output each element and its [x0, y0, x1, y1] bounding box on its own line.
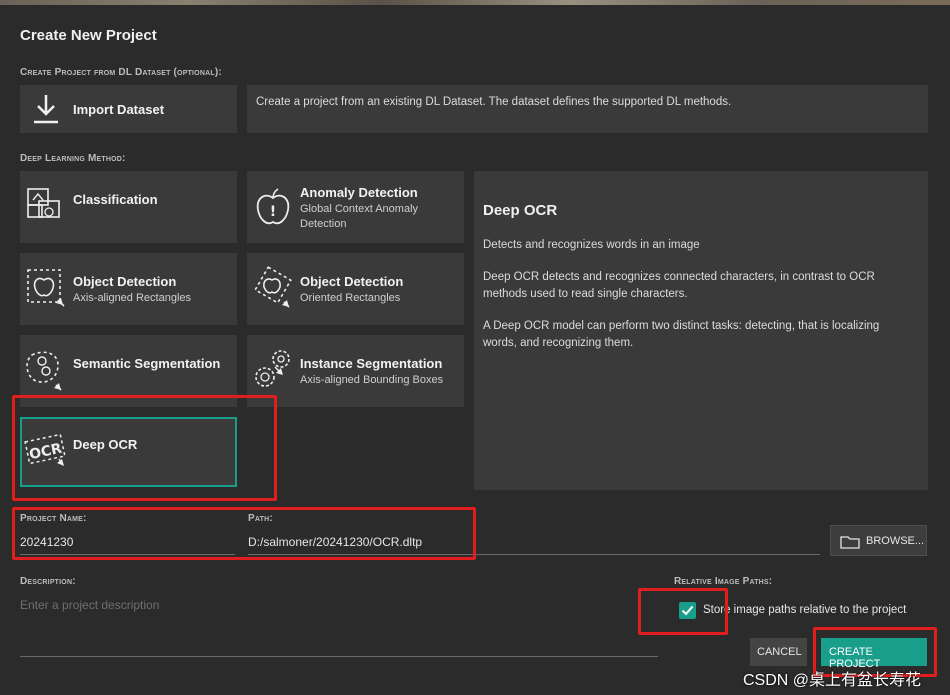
method-name: Anomaly Detection — [300, 185, 418, 200]
method-subtitle: Global Context Anomaly Detection — [300, 203, 419, 230]
method-section-label: Deep Learning Method: — [20, 153, 126, 164]
method-description-paragraph: A Deep OCR model can perform two distinc… — [483, 320, 880, 349]
method-card-object-detection-oriented[interactable]: Object Detection Oriented Rectangles — [247, 253, 464, 325]
method-name: Classification — [73, 192, 158, 207]
browse-button[interactable]: BROWSE... — [830, 525, 927, 556]
cancel-button[interactable]: CANCEL — [750, 638, 807, 666]
background-strip — [0, 0, 950, 5]
method-name: Object Detection — [300, 274, 404, 289]
object-detection-oriented-icon — [251, 265, 295, 316]
annotation-box-name-path — [12, 507, 476, 560]
method-card-classification[interactable]: Classification — [20, 171, 237, 243]
dialog-title: Create New Project — [20, 27, 157, 44]
classification-icon — [25, 187, 67, 232]
method-name: Instance Segmentation — [300, 356, 443, 371]
import-section-label: Create Project from DL Dataset (optional… — [20, 67, 222, 78]
relative-paths-label: Relative Image Paths: — [674, 576, 773, 587]
semantic-segmentation-icon — [24, 347, 68, 398]
method-description-paragraph: Detects and recognizes words in an image — [483, 239, 700, 251]
method-name: Object Detection — [73, 274, 177, 289]
method-card-anomaly-detection[interactable]: ! Anomaly Detection Global Context Anoma… — [247, 171, 464, 243]
import-dataset-label: Import Dataset — [73, 102, 165, 117]
browse-button-label: BROWSE... — [866, 535, 925, 547]
svg-text:!: ! — [270, 204, 276, 220]
import-description-text: Create a project from an existing DL Dat… — [256, 96, 732, 108]
description-underline — [20, 656, 658, 657]
description-label: Description: — [20, 576, 76, 587]
description-input[interactable]: Enter a project description — [20, 598, 656, 648]
method-name: Semantic Segmentation — [73, 356, 221, 371]
method-description-paragraph: Deep OCR detects and recognizes connecte… — [483, 271, 875, 300]
method-description-title: Deep OCR — [483, 202, 558, 219]
annotation-box-deep-ocr — [12, 395, 277, 501]
method-subtitle: Axis-aligned Bounding Boxes — [300, 374, 444, 386]
import-dataset-button[interactable]: Import Dataset — [20, 85, 237, 133]
import-description: Create a project from an existing DL Dat… — [247, 85, 928, 133]
method-card-instance-segmentation[interactable]: Instance Segmentation Axis-aligned Bound… — [247, 335, 464, 407]
instance-segmentation-icon — [251, 347, 295, 398]
folder-icon — [840, 535, 860, 552]
method-description-panel: Deep OCR Detects and recognizes words in… — [474, 171, 928, 490]
method-card-object-detection-axis[interactable]: Object Detection Axis-aligned Rectangles — [20, 253, 237, 325]
watermark-text: CSDN @桌上有盆长寿花 — [743, 672, 922, 689]
anomaly-detection-icon: ! — [253, 186, 293, 233]
method-subtitle: Oriented Rectangles — [300, 292, 401, 304]
cancel-button-label: CANCEL — [757, 646, 802, 658]
import-icon — [31, 93, 61, 130]
method-subtitle: Axis-aligned Rectangles — [73, 292, 192, 304]
annotation-box-checkbox — [638, 588, 728, 635]
object-detection-axis-icon — [25, 267, 65, 314]
relative-paths-checkbox-label[interactable]: Store image paths relative to the projec… — [703, 604, 906, 616]
